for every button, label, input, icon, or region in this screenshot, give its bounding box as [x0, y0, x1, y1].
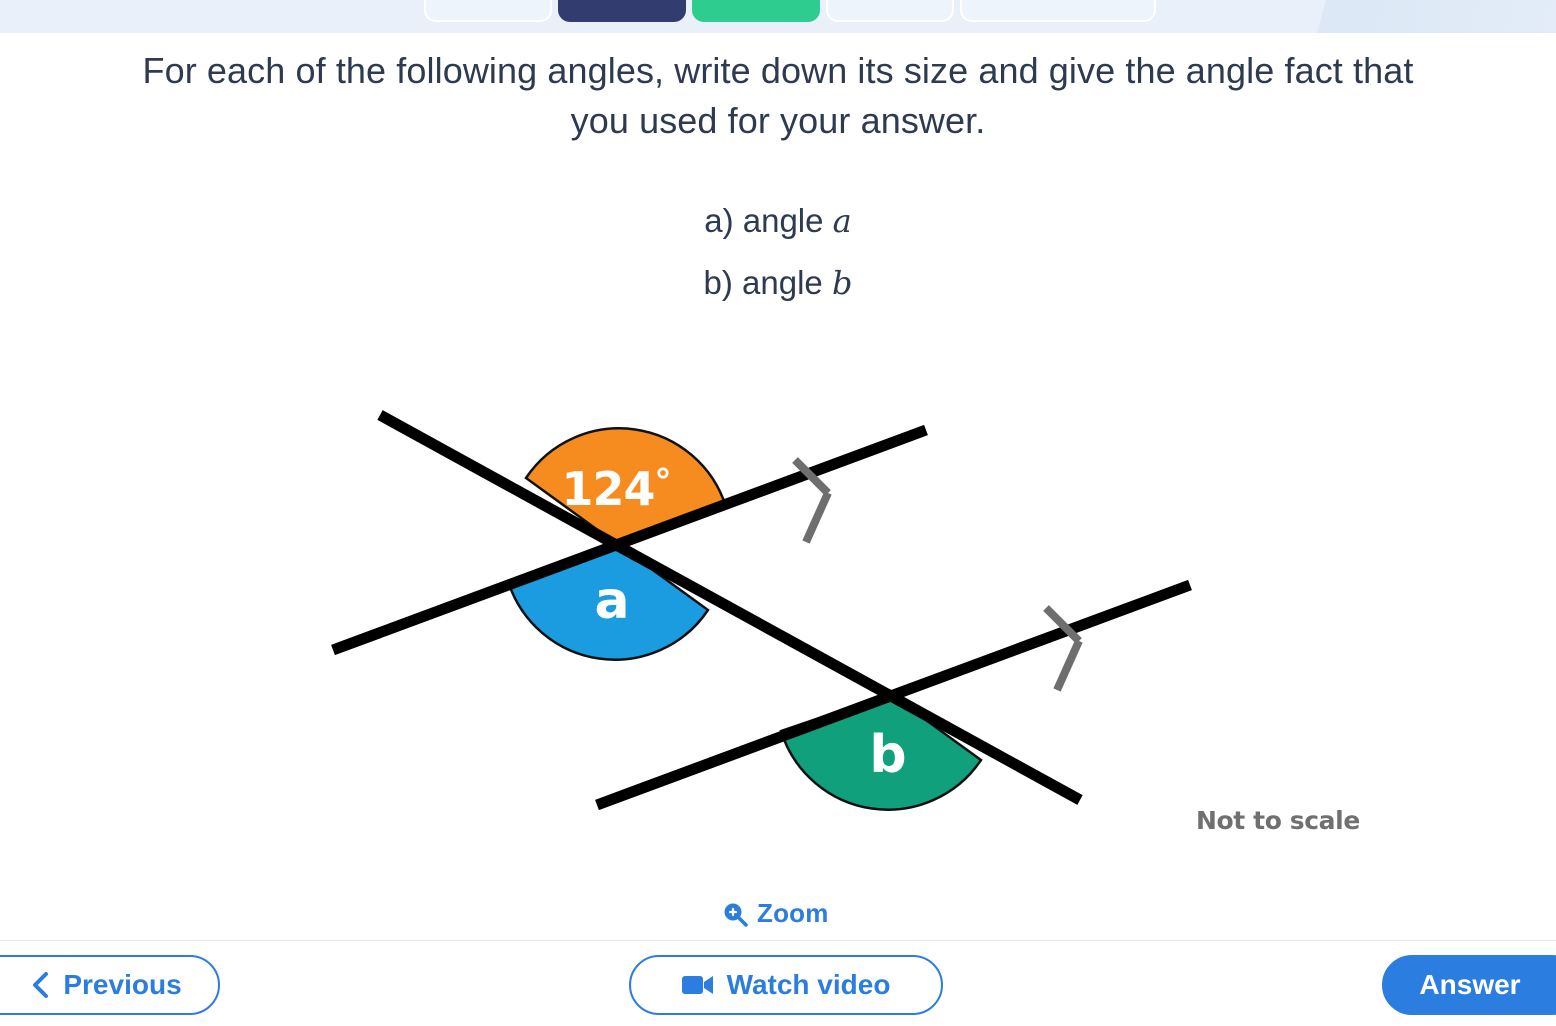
zoom-label: Zoom [757, 898, 829, 928]
watch-video-label: Watch video [726, 969, 891, 1000]
not-to-scale-caption: Not to scale [1196, 806, 1360, 835]
label-angle-b: b [869, 725, 906, 785]
bottom-navigation-bar: Previous Watch video Answer [0, 940, 1556, 1026]
video-camera-icon [681, 974, 714, 996]
label-124-degrees: 124° [561, 462, 670, 516]
tab-2-active[interactable] [558, 0, 686, 22]
question-line-2: you used for your answer. [570, 100, 986, 141]
top-header-strip [0, 0, 1556, 33]
previous-label: Previous [63, 969, 182, 1000]
watch-video-button[interactable]: Watch video [629, 955, 943, 1015]
part-a-variable: a [832, 202, 852, 240]
answer-button[interactable]: Answer [1382, 955, 1556, 1015]
question-line-1: For each of the following angles, write … [142, 50, 1414, 91]
question-text: For each of the following angles, write … [0, 46, 1556, 146]
part-a-prefix: a) angle [704, 202, 833, 239]
question-part-a: a) angle a [0, 190, 1556, 252]
lesson-question-screen: For each of the following angles, write … [0, 0, 1556, 1026]
zoom-button[interactable]: Zoom [722, 898, 829, 929]
part-b-prefix: b) angle [703, 264, 832, 301]
label-angle-a: a [594, 571, 629, 631]
tab-3[interactable] [692, 0, 820, 22]
tab-4[interactable] [826, 0, 954, 22]
answer-label: Answer [1419, 969, 1521, 1000]
tab-5[interactable] [960, 0, 1156, 22]
part-b-variable: b [831, 264, 853, 302]
angle-sector-124-orange [198, 408, 382, 544]
label-124-value: 124 [561, 462, 654, 516]
transversal-line [377, 410, 1083, 805]
tab-1[interactable] [424, 0, 552, 22]
magnifier-plus-icon [722, 901, 748, 927]
label-degree-symbol: ° [655, 462, 671, 502]
question-part-b: b) angle b [0, 252, 1556, 314]
parallel-arrow-marker-lower [1043, 605, 1083, 692]
question-parts: a) angle a b) angle b [0, 190, 1556, 314]
chevron-left-icon [30, 970, 50, 1000]
tab-bar [424, 0, 1156, 28]
previous-button[interactable]: Previous [0, 955, 220, 1015]
